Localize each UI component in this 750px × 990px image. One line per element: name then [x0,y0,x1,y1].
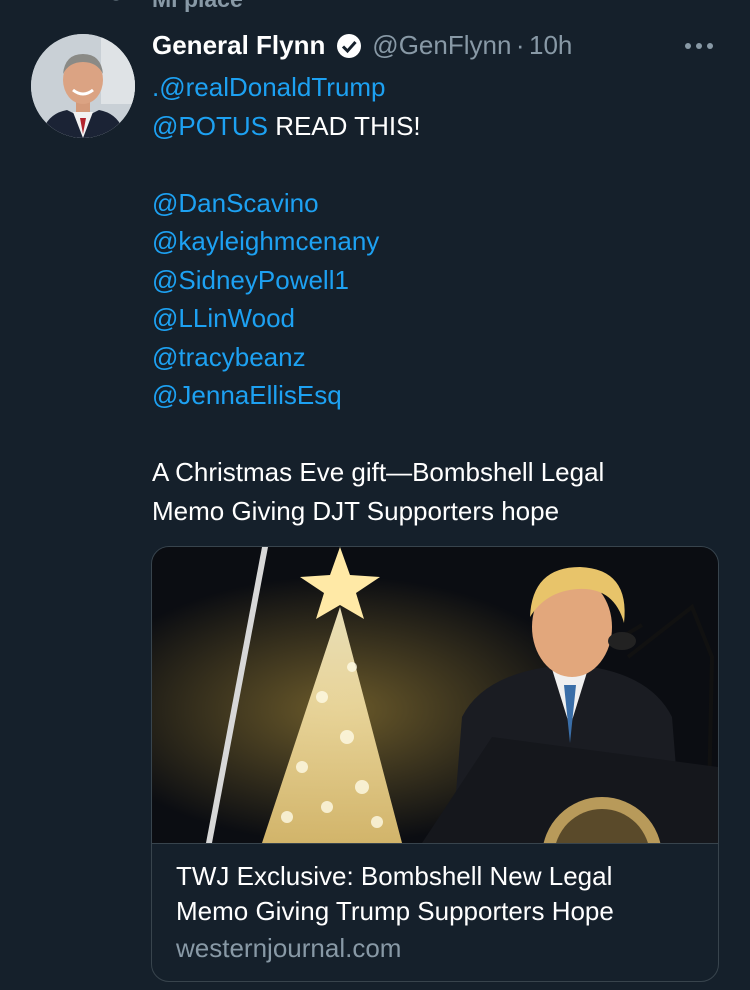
mention-link[interactable]: @tracybeanz [152,342,306,372]
avatar[interactable] [31,34,135,138]
social-context-label: Mi piace [152,0,243,13]
tweet-header: General Flynn @GenFlynn · 10h [152,30,572,66]
mention-link[interactable]: @JennaEllisEsq [152,380,342,410]
tweet-text-segment: READ THIS! [267,110,421,141]
author-name[interactable]: General Flynn [152,30,325,60]
mention-link[interactable]: @LLinWood [152,303,295,333]
more-options-icon[interactable] [683,36,715,56]
mention-link[interactable]: @kayleighmcenany [152,226,379,256]
link-preview-card[interactable]: TWJ Exclusive: Bombshell New Legal Memo … [151,546,719,982]
mention-link[interactable]: .@realDonaldTrump [152,72,386,102]
card-thumbnail [152,547,718,843]
heart-icon [113,0,119,1]
verified-badge-icon [336,33,361,58]
card-title-line: TWJ Exclusive: Bombshell New Legal [176,861,613,891]
social-context-row: Mi piace [0,0,750,22]
timestamp[interactable]: 10h [529,30,572,60]
card-title-line: Memo Giving Trump Supporters Hope [176,896,614,926]
mention-link[interactable]: @DanScavino [152,188,319,218]
tweet-text-segment: Memo Giving DJT Supporters hope [152,495,560,526]
mention-link[interactable]: @SidneyPowell1 [152,265,349,295]
mention-link[interactable]: @POTUS [152,111,268,141]
card-domain: westernjournal.com [176,933,402,963]
meta-separator: · [515,30,525,60]
card-title: TWJ Exclusive: Bombshell New Legal Memo … [176,859,706,929]
tweet-text-segment: A Christmas Eve gift—Bombshell Legal [152,457,605,487]
tweet-text: .@realDonaldTrump @POTUS READ THIS! @Dan… [152,68,712,530]
avatar-photo [31,34,135,138]
card-divider [152,843,718,844]
author-handle[interactable]: @GenFlynn [372,30,511,60]
